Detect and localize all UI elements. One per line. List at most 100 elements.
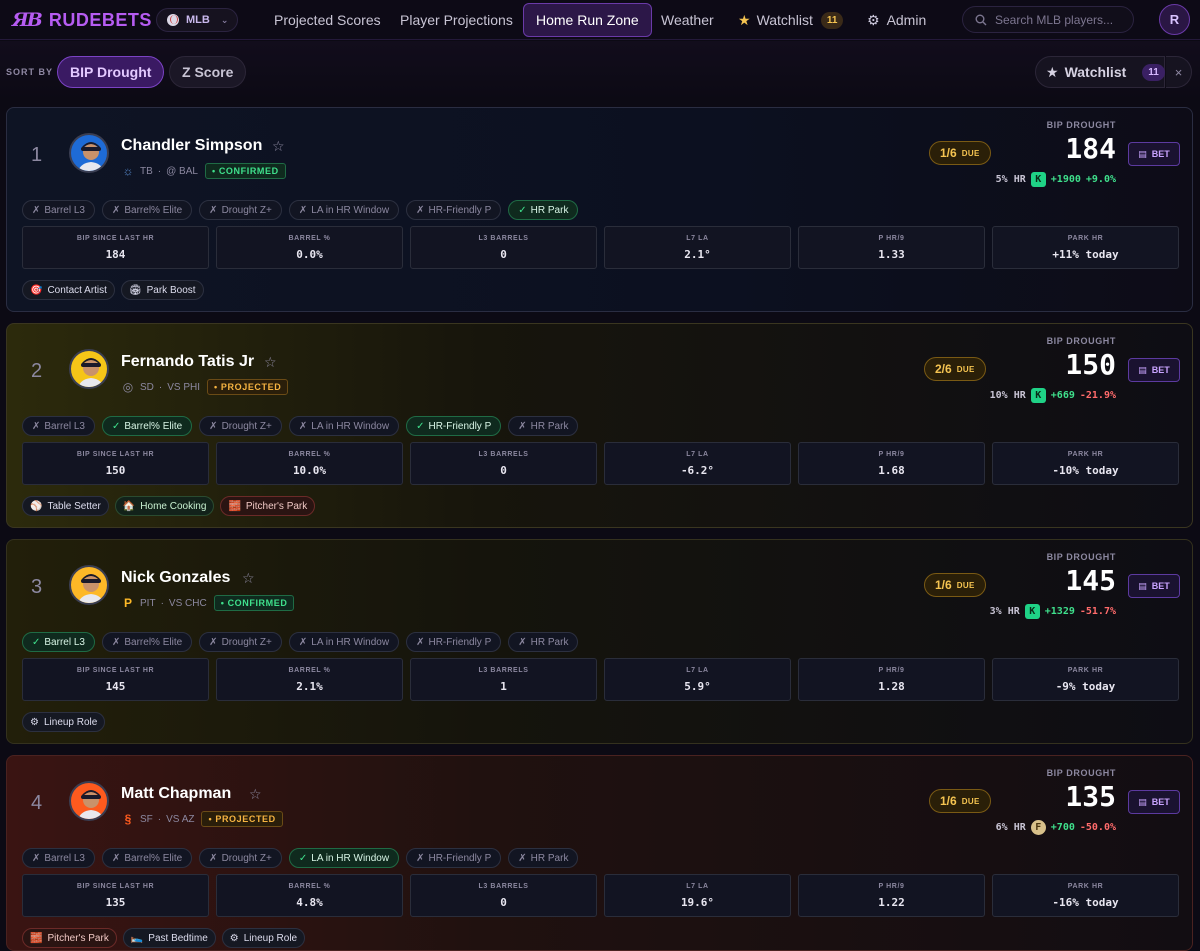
due-badge: 2/6 DUE <box>924 357 986 381</box>
hr-probability: 10% HR <box>989 390 1026 401</box>
ticket-icon: ▤ <box>1138 580 1147 591</box>
bip-drought-value: 150 <box>1065 348 1116 381</box>
sport-selector[interactable]: MLB ⌄ <box>156 8 238 32</box>
stat-value: 4.8% <box>296 895 323 909</box>
rank-number: 3 <box>31 576 43 598</box>
lineup-status-label: CONFIRMED <box>218 166 279 176</box>
player-name[interactable]: Chandler Simpson <box>121 137 262 155</box>
tag-icon: 🧱 <box>30 932 43 944</box>
watchlist-star-icon[interactable]: ☆ <box>249 786 262 803</box>
criteria-label: HR Park <box>530 852 569 864</box>
player-card[interactable]: 3 Nick Gonzales ☆ P PIT · VS CHC • CONFI… <box>6 539 1193 744</box>
close-icon[interactable]: × <box>1166 56 1192 88</box>
stat-label: L3 BARRELS <box>478 234 529 242</box>
search-input[interactable]: Search MLB players... <box>962 6 1134 33</box>
x-icon: ✗ <box>32 204 41 216</box>
due-label: DUE <box>956 364 975 374</box>
stat-park-hr: PARK HR +11% today <box>992 226 1179 269</box>
criteria-label: Drought Z+ <box>221 420 272 432</box>
watchlist-star-icon[interactable]: ☆ <box>242 570 255 587</box>
due-ratio: 1/6 <box>940 794 957 808</box>
criteria-chip: ✗ Barrel% Elite <box>101 200 193 220</box>
search-icon <box>975 14 987 25</box>
stat-barrel-pct: BARREL % 0.0% <box>216 226 403 269</box>
sportsbook-logo-icon: K <box>1030 172 1046 187</box>
nav-watchlist[interactable]: ★ Watchlist 11 <box>726 3 855 37</box>
nav-projected-scores[interactable]: Projected Scores <box>262 3 393 37</box>
bet-button[interactable]: ▤ BET <box>1128 790 1180 814</box>
watchlist-star-icon[interactable]: ☆ <box>264 354 277 371</box>
nav-label: Player Projections <box>400 12 513 28</box>
hr-odds: +700 <box>1050 822 1075 833</box>
x-icon: ✗ <box>209 420 218 432</box>
criteria-chip: ✗ Barrel L3 <box>22 200 95 220</box>
criteria-chip: ✗ HR-Friendly P <box>406 632 502 652</box>
criteria-label: Barrel L3 <box>44 204 85 216</box>
watchlist-star-icon[interactable]: ☆ <box>272 138 285 155</box>
tag-icon: 🏠 <box>122 500 136 512</box>
stat-grid: BIP SINCE LAST HR 135 BARREL % 4.8% L3 BARRE… <box>22 874 1179 917</box>
criteria-label: Barrel% Elite <box>124 420 183 432</box>
criteria-chip: ✗ Barrel% Elite <box>101 632 193 652</box>
criteria-label: LA in HR Window <box>311 204 390 216</box>
criteria-label: HR Park <box>530 636 569 648</box>
sort-bip-drought-button[interactable]: BIP Drought <box>57 56 165 88</box>
ticket-icon: ▤ <box>1138 796 1147 807</box>
x-icon: ✗ <box>518 420 527 432</box>
tag-label: Lineup Role <box>43 716 98 728</box>
bet-label: BET <box>1151 365 1170 375</box>
player-card[interactable]: 1 Chandler Simpson ☆ ☼ TB · @ BAL • CONF… <box>6 107 1193 312</box>
stat-park-hr: PARK HR -16% today <box>992 874 1179 917</box>
nav-admin[interactable]: ⚙ Admin <box>855 3 938 37</box>
stat-value: 2.1° <box>684 247 711 261</box>
stat-bip-since-last-hr: BIP SINCE LAST HR 145 <box>22 658 209 701</box>
stat-label: L3 BARRELS <box>478 666 529 674</box>
team-logo-icon: § <box>124 812 132 826</box>
separator-dot: · <box>158 381 163 393</box>
stat-bip-since-last-hr: BIP SINCE LAST HR 135 <box>22 874 209 917</box>
x-icon: ✗ <box>298 204 308 216</box>
criteria-label: HR-Friendly P <box>428 852 492 864</box>
bet-button[interactable]: ▤ BET <box>1128 358 1180 382</box>
player-meta: ◎ SD · VS PHI • PROJECTED <box>121 379 289 395</box>
nav-player-projections[interactable]: Player Projections <box>388 3 525 37</box>
odds-line: 3% HR K +1329 -51.7% <box>990 604 1116 619</box>
criteria-chip: ✗ HR Park <box>508 848 579 868</box>
player-card[interactable]: 2 Fernando Tatis Jr ☆ ◎ SD · VS PHI • PR… <box>6 323 1193 528</box>
rank-number: 2 <box>31 360 43 382</box>
nav-home-run-zone[interactable]: Home Run Zone <box>523 3 652 37</box>
sort-z-score-button[interactable]: Z Score <box>169 56 247 88</box>
player-name[interactable]: Nick Gonzales <box>121 569 230 587</box>
player-name[interactable]: Fernando Tatis Jr <box>121 353 254 371</box>
player-card[interactable]: 4 Matt Chapman ☆ § SF · VS AZ • PROJECTE… <box>6 755 1193 951</box>
insight-tag: 🎯 Contact Artist <box>22 280 115 300</box>
stat-barrel-pct: BARREL % 2.1% <box>216 658 403 701</box>
hr-probability: 3% HR <box>989 606 1020 617</box>
nav-label: Projected Scores <box>274 12 381 28</box>
stat-barrel-pct: BARREL % 4.8% <box>216 874 403 917</box>
x-icon: ✗ <box>416 852 425 864</box>
x-icon: ✗ <box>111 852 121 864</box>
ticket-icon: ▤ <box>1138 148 1147 159</box>
user-avatar[interactable]: R <box>1159 4 1190 35</box>
bet-button[interactable]: ▤ BET <box>1128 574 1180 598</box>
brand-logo[interactable]: ЯB RUDEBETS <box>12 9 152 31</box>
criteria-chips: ✗ Barrel L3 ✗ Barrel% Elite ✗ Drought Z+ ✗ LA i… <box>22 200 579 220</box>
stat-label: BIP SINCE LAST HR <box>76 882 155 890</box>
insight-tag: 🧱 Pitcher's Park <box>220 496 316 516</box>
tag-label: Park Boost <box>146 284 196 296</box>
stat-label: PARK HR <box>1067 450 1104 458</box>
x-icon: ✗ <box>298 420 308 432</box>
watchlist-filter-label: Watchlist <box>1064 64 1127 80</box>
search-placeholder: Search MLB players... <box>995 12 1114 27</box>
player-name[interactable]: Matt Chapman <box>121 785 231 803</box>
insight-tag: 🏟 Park Boost <box>120 280 204 300</box>
due-badge: 1/6 DUE <box>924 573 986 597</box>
due-label: DUE <box>961 796 980 806</box>
watchlist-filter-button[interactable]: ★ Watchlist 11 <box>1035 56 1165 88</box>
stat-p-hr9: P HR/9 1.33 <box>798 226 985 269</box>
edge-value: +9.0% <box>1085 174 1116 185</box>
bet-button[interactable]: ▤ BET <box>1128 142 1180 166</box>
nav-weather[interactable]: Weather <box>649 3 726 37</box>
criteria-label: Drought Z+ <box>221 204 272 216</box>
